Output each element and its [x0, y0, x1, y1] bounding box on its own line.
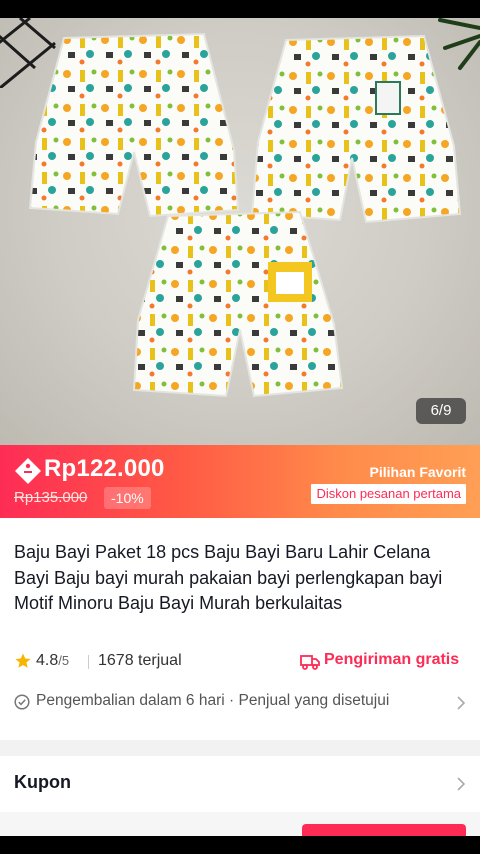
shorts-item-3 — [132, 210, 344, 398]
favorite-label: Pilihan Favorit — [369, 464, 466, 480]
original-price: Rp135.000 — [14, 489, 88, 506]
chevron-right-icon — [457, 696, 466, 710]
price-banner: Rp122.000 Rp135.000 -10% Pilihan Favorit… — [0, 445, 480, 518]
product-title: Baju Bayi Paket 18 pcs Baju Bayi Baru La… — [14, 542, 443, 613]
coupon-row[interactable]: Kupon — [0, 756, 480, 812]
product-image-gallery[interactable]: 6/9 — [0, 18, 480, 445]
free-shipping[interactable]: Pengiriman gratis — [300, 651, 466, 673]
price-tag-icon — [15, 458, 41, 484]
check-circle-icon — [14, 694, 30, 710]
rating-score: 4.8 — [36, 652, 59, 669]
buy-button-edge[interactable] — [302, 824, 466, 836]
star-icon — [15, 653, 31, 668]
navigation-bar — [0, 836, 480, 854]
shorts-item-2 — [250, 34, 462, 224]
free-shipping-label: Pengiriman gratis — [324, 651, 460, 668]
chevron-right-icon — [457, 777, 466, 791]
section-divider — [0, 740, 480, 756]
product-info: Baju Bayi Paket 18 pcs Baju Bayi Baru La… — [0, 518, 480, 836]
discount-badge: -10% — [104, 487, 151, 509]
rating-value: 4.8/5 — [36, 652, 69, 670]
truck-icon — [300, 655, 320, 670]
rating-max: /5 — [58, 653, 70, 668]
rating-row: 4.8/5 1678 terjual Pengiriman gratis — [14, 651, 466, 673]
return-policy-text: Pengembalian dalam 6 hari · Penjual yang… — [36, 692, 390, 709]
image-counter: 6/9 — [416, 398, 466, 424]
bottom-section-preview — [0, 812, 480, 836]
return-policy-row[interactable]: Pengembalian dalam 6 hari · Penjual yang… — [14, 692, 466, 714]
sold-count: 1678 terjual — [98, 652, 182, 669]
first-order-discount-badge: Diskon pesanan pertama — [311, 484, 466, 504]
status-bar — [0, 0, 480, 18]
shorts-item-1 — [28, 32, 240, 218]
coupon-label: Kupon — [14, 772, 71, 792]
current-price: Rp122.000 — [44, 455, 165, 482]
divider — [88, 655, 89, 669]
